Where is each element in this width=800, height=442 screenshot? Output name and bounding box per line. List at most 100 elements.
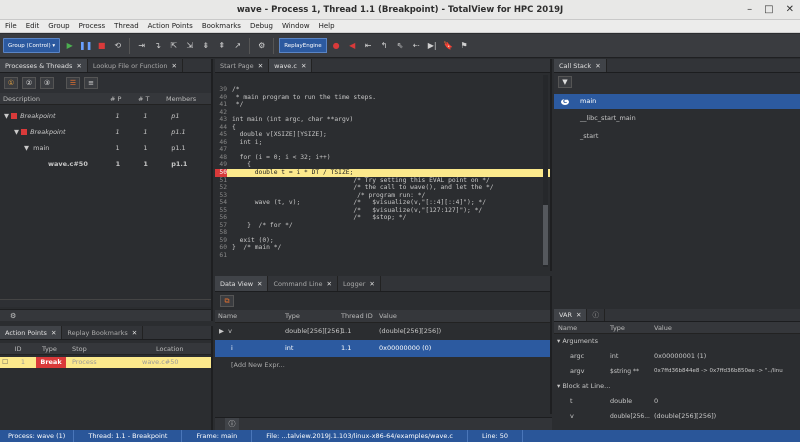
line-number[interactable]: 58 (215, 229, 227, 237)
settings-gear-icon[interactable]: ⚙ (10, 312, 16, 320)
action-point-row[interactable]: ☐ 1 Break Process wave.c#50 (0, 357, 211, 368)
step-icon[interactable]: ↴ (151, 38, 164, 53)
horizontal-scrollbar[interactable] (0, 299, 211, 307)
bookmark-icon[interactable]: 🔖 (442, 38, 455, 53)
line-number[interactable]: 60 (215, 244, 227, 252)
tab-info[interactable]: ⓘ (587, 309, 605, 321)
col-description[interactable]: Description (0, 93, 110, 104)
line-number[interactable]: 47 (215, 146, 227, 154)
tree-row[interactable]: wave.c#50 1 1 p1.1 (0, 156, 211, 172)
col-id[interactable]: ID (0, 343, 36, 354)
line-number[interactable]: 43 (215, 116, 227, 124)
stack-frame[interactable]: _start (554, 127, 800, 145)
replay-engine-button[interactable]: ReplayEngine (279, 38, 327, 53)
col-name[interactable]: Name (215, 310, 283, 322)
line-number[interactable]: 59 (215, 237, 227, 245)
out-icon[interactable]: ⇱ (167, 38, 180, 53)
code-line[interactable]: 54 wave (t, v); /* $visualize(v,"[::4][:… (215, 199, 550, 207)
code-line[interactable]: 46 int i; (215, 139, 550, 147)
filter-icon[interactable]: ▼ (558, 76, 572, 88)
var-group[interactable]: ▾ Arguments (554, 334, 800, 349)
code-line[interactable]: 41 */ (215, 101, 550, 109)
expand-icon[interactable]: ▶ (219, 327, 226, 335)
dive-icon[interactable]: ⧉ (220, 295, 234, 307)
tab-replay-bookmarks[interactable]: Replay Bookmarks ✕ (62, 326, 144, 339)
close-icon[interactable]: ✕ (576, 311, 581, 319)
back-to-icon[interactable]: ⇠ (410, 38, 423, 53)
var-row[interactable]: argv $string ** 0x7ffd36b844e8 -> 0x7ffd… (554, 364, 800, 379)
line-number[interactable]: 52 (215, 184, 227, 192)
add-expression-row[interactable]: [Add New Expr... (215, 357, 550, 374)
go-icon[interactable]: ▶ (63, 38, 76, 53)
col-name[interactable]: Name (554, 322, 610, 333)
enable-checkbox[interactable]: ☐ (0, 357, 10, 368)
next-icon[interactable]: ⇥ (135, 38, 148, 53)
code-line[interactable]: 47 (215, 146, 550, 154)
minimize-icon[interactable]: – (747, 0, 752, 20)
tab-logger[interactable]: Logger ✕ (338, 276, 381, 291)
expand-icon[interactable]: ▼ (24, 144, 31, 152)
tree-row[interactable]: ▼ Breakpoint 1 1 p1.1 (0, 124, 211, 140)
menu-bookmarks[interactable]: Bookmarks (202, 20, 241, 32)
code-line[interactable]: 55 /* $visualize(v,"[127:127]"); */ (215, 207, 550, 215)
line-number[interactable]: 39 (215, 86, 227, 94)
jump-icon[interactable]: ↗ (231, 38, 244, 53)
var-row[interactable]: argc int 0x00000001 (1) (554, 349, 800, 364)
line-number[interactable]: 42 (215, 109, 227, 117)
go-back-icon[interactable]: ◀ (346, 38, 359, 53)
line-number[interactable]: 40 (215, 94, 227, 102)
kill-icon[interactable]: ■ (95, 38, 108, 53)
code-line[interactable]: 44 { (215, 124, 550, 132)
code-line[interactable]: 49 { (215, 161, 550, 169)
line-number[interactable]: 50 (215, 169, 227, 177)
close-icon[interactable]: ✕ (132, 329, 137, 337)
col-type[interactable]: Type (283, 310, 339, 322)
code-line[interactable]: 48 for (i = 0; i < 32; i++) (215, 154, 550, 162)
col-type[interactable]: Type (36, 343, 66, 354)
close-icon[interactable]: ✕ (369, 280, 374, 288)
code-line[interactable]: 51 /* Try setting this EVAL point on */ (215, 177, 550, 185)
code-line[interactable]: 50 double t = i * DT / TSIZE; (215, 169, 550, 177)
code-line[interactable]: 45 double v[XSIZE][YSIZE]; (215, 131, 550, 139)
code-line[interactable]: 40 * main program to run the time steps. (215, 94, 550, 102)
menu-window[interactable]: Window (282, 20, 310, 32)
col-p[interactable]: # P (110, 93, 138, 104)
code-line[interactable]: 53 /* program run: */ (215, 192, 550, 200)
line-number[interactable]: 51 (215, 177, 227, 185)
caller-icon[interactable]: ⇖ (394, 38, 407, 53)
group-control-select[interactable]: Group (Control) ▾ (3, 38, 61, 53)
col-t[interactable]: # T (138, 93, 166, 104)
close-icon[interactable]: ✕ (51, 329, 56, 337)
close-icon[interactable]: ✕ (595, 62, 600, 70)
live-icon[interactable]: ▶| (426, 38, 439, 53)
breakpoint-filter-icon[interactable]: ① (4, 77, 18, 89)
close-icon[interactable]: ✕ (171, 62, 176, 70)
halt-icon[interactable]: ❚❚ (79, 38, 92, 53)
tab-lookup-file[interactable]: Lookup File or Function ✕ (88, 59, 183, 72)
tab-command-line[interactable]: Command Line ✕ (268, 276, 338, 291)
line-number[interactable]: 55 (215, 207, 227, 215)
col-thread-id[interactable]: Thread ID (339, 310, 377, 322)
col-location[interactable]: Location (126, 343, 206, 354)
close-icon[interactable]: ✕ (257, 280, 262, 288)
line-number[interactable]: 61 (215, 252, 227, 260)
line-number[interactable]: 56 (215, 214, 227, 222)
close-icon[interactable]: ✕ (786, 0, 794, 20)
line-number[interactable]: 57 (215, 222, 227, 230)
stack-frame[interactable]: __libc_start_main (554, 109, 800, 127)
col-type[interactable]: Type (610, 322, 654, 333)
data-row[interactable]: ▶ v double[256][256] 1.1 (double[256][25… (215, 323, 550, 340)
tab-action-points[interactable]: Action Points ✕ (0, 326, 63, 339)
help-filter-icon[interactable]: ② (22, 77, 36, 89)
menu-action-points[interactable]: Action Points (148, 20, 193, 32)
code-line[interactable]: 60} /* main */ (215, 244, 550, 252)
expand-icon[interactable]: ▼ (4, 112, 11, 120)
tab-start-page[interactable]: Start Page ✕ (215, 59, 270, 72)
gear-icon[interactable]: ⚙ (255, 38, 268, 53)
stack-frame[interactable]: C main (554, 94, 800, 109)
tree-view-icon[interactable]: ☰ (66, 77, 80, 89)
expand-icon[interactable]: ▼ (14, 128, 21, 136)
next-instruction-icon[interactable]: ⇟ (199, 38, 212, 53)
line-number[interactable]: 41 (215, 101, 227, 109)
line-number[interactable]: 54 (215, 199, 227, 207)
